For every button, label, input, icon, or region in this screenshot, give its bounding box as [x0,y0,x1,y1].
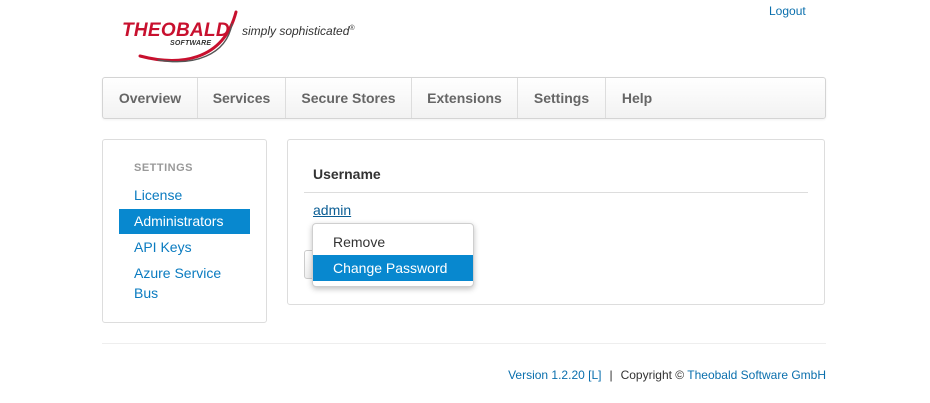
copyright-text: Copyright © [620,368,685,382]
sidebar-item-administrators[interactable]: Administrators [119,209,250,234]
nav-tab-help[interactable]: Help [606,78,668,118]
version-link[interactable]: Version 1.2.20 [L] [508,368,601,382]
nav-tab-settings[interactable]: Settings [518,78,606,118]
theobald-logo: THEOBALD SOFTWARE simply sophisticated® [118,4,368,66]
sidebar-item-azure-service-bus-cont[interactable]: Bus [119,283,250,303]
registered-mark: ® [349,25,355,32]
main-nav: Overview Services Secure Stores Extensio… [102,77,826,119]
header-divider [304,192,808,193]
sidebar-item-license[interactable]: License [119,185,250,205]
menu-item-remove[interactable]: Remove [313,229,473,255]
logo-tagline: simply sophisticated® [242,24,355,38]
nav-tab-overview[interactable]: Overview [103,78,198,118]
footer-separator: | [609,368,613,382]
logout-link[interactable]: Logout [769,4,806,18]
sidebar-heading: SETTINGS [134,162,194,174]
nav-tab-extensions[interactable]: Extensions [412,78,518,118]
footer-divider [102,343,826,344]
menu-item-change-password[interactable]: Change Password [313,255,473,281]
settings-sidebar: SETTINGS License Administrators API Keys… [102,139,267,323]
username-column-header: Username [313,166,381,182]
footer: Version 1.2.20 [L] | Copyright © Theobald … [508,368,826,382]
nav-tab-services[interactable]: Services [198,78,286,118]
user-context-menu: Remove Change Password [312,223,474,287]
tagline-text: simply sophisticated [242,24,350,38]
sidebar-item-api-keys[interactable]: API Keys [119,237,250,257]
sidebar-item-azure-service-bus[interactable]: Azure Service [119,263,250,283]
username-link-admin[interactable]: admin [313,202,351,218]
logo-subtitle: SOFTWARE [170,40,212,47]
company-link[interactable]: Theobald Software GmbH [687,368,826,382]
logo-wordmark: THEOBALD [122,20,230,41]
nav-tab-secure-stores[interactable]: Secure Stores [286,78,412,118]
